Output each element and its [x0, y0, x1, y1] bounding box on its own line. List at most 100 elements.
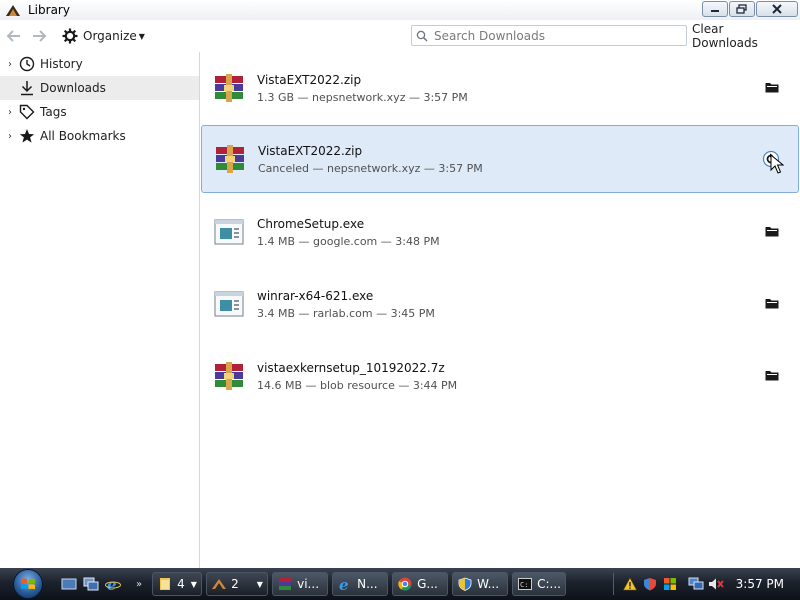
chevron-down-icon: ▼: [190, 579, 197, 589]
organize-label: Organize: [83, 29, 137, 43]
folder-icon: [765, 299, 779, 309]
download-item[interactable]: vistaexkernsetup_10192022.7z 14.6 MB — b…: [201, 342, 799, 410]
open-folder-button[interactable]: [763, 222, 781, 240]
minimize-button[interactable]: [702, 1, 728, 17]
ie-icon[interactable]: e: [104, 575, 122, 593]
svg-text:C:: C:: [520, 581, 528, 589]
svg-text:e: e: [339, 576, 349, 592]
download-item[interactable]: ChromeSetup.exe 1.4 MB — google.com — 3:…: [201, 198, 799, 266]
folder-icon: [765, 227, 779, 237]
star-icon: [18, 127, 36, 145]
chevron-down-icon: ▼: [256, 579, 263, 589]
firefox-icon: [211, 576, 227, 592]
download-status: 3.4 MB — rarlab.com — 3:45 PM: [257, 306, 435, 320]
show-desktop-icon[interactable]: [60, 575, 78, 593]
forward-button[interactable]: [28, 25, 50, 47]
restore-icon: [736, 4, 747, 14]
quick-launch-more-icon[interactable]: »: [136, 579, 142, 590]
windows-taskbar: e » 4 ▼ 2 ▼ vi... e N... G... W... C: C:…: [0, 568, 800, 600]
mouse-cursor-icon: [770, 153, 785, 177]
search-input[interactable]: [432, 27, 672, 44]
download-filename: vistaexkernsetup_10192022.7z: [257, 360, 445, 375]
download-status: 1.4 MB — google.com — 3:48 PM: [257, 234, 440, 248]
search-icon: [416, 30, 428, 42]
clock-icon: [18, 55, 36, 73]
taskbar-button-ie[interactable]: e N...: [332, 572, 389, 596]
download-arrow-icon: [18, 79, 36, 97]
window-title: Library: [28, 3, 70, 17]
folder-icon: [157, 576, 173, 592]
sidebar-item-label: Downloads: [40, 81, 106, 95]
organize-menu-button[interactable]: Organize ▼: [62, 28, 145, 44]
window-titlebar: Library: [0, 0, 800, 20]
library-toolbar: Organize ▼ Clear Downloads: [0, 20, 800, 52]
svg-text:e: e: [107, 576, 117, 592]
taskbar-button-cmd[interactable]: C: C:...: [512, 572, 567, 596]
download-status: 1.3 GB — nepsnetwork.xyz — 3:57 PM: [257, 90, 468, 104]
tag-icon: [18, 103, 36, 121]
executable-icon: [212, 215, 246, 249]
back-button[interactable]: [3, 25, 25, 47]
restore-button[interactable]: [729, 1, 755, 17]
gear-icon: [62, 28, 78, 44]
window-controls: [702, 1, 798, 17]
library-sidebar: › History Downloads › Tags › All Bookmar…: [0, 52, 200, 568]
taskbar-button-winrar[interactable]: vi...: [272, 572, 329, 596]
quick-launch: e »: [60, 575, 142, 593]
clear-downloads-button[interactable]: Clear Downloads: [692, 22, 792, 50]
winrar-archive-icon: [212, 359, 246, 393]
taskbar-group-explorer[interactable]: 4 ▼: [152, 572, 203, 596]
folder-icon: [765, 371, 779, 381]
back-arrow-icon: [6, 30, 20, 42]
cmd-icon: C:: [517, 576, 533, 592]
system-tray: 3:57 PM: [612, 568, 800, 600]
download-status: Canceled — nepsnetwork.xyz — 3:57 PM: [258, 161, 483, 175]
taskbar-clock[interactable]: 3:57 PM: [736, 577, 784, 591]
windows-flag-icon[interactable]: [662, 576, 678, 592]
expand-chevron-icon[interactable]: ›: [5, 131, 15, 142]
expand-chevron-icon[interactable]: ›: [5, 59, 15, 70]
security-shield-icon[interactable]: [642, 576, 658, 592]
firefox-library-icon: [4, 1, 22, 19]
folder-icon: [765, 83, 779, 93]
taskbar-button-security[interactable]: W...: [452, 572, 509, 596]
taskbar-group-firefox[interactable]: 2 ▼: [206, 572, 269, 596]
download-filename: ChromeSetup.exe: [257, 216, 365, 231]
switch-windows-icon[interactable]: [82, 575, 100, 593]
start-button[interactable]: [8, 568, 48, 600]
search-box: [411, 25, 687, 46]
taskbar-button-chrome[interactable]: G...: [392, 572, 449, 596]
close-button[interactable]: [756, 1, 798, 17]
windows-logo-icon: [13, 569, 43, 599]
minimize-icon: [711, 10, 719, 12]
volume-muted-icon[interactable]: [708, 576, 724, 592]
download-item[interactable]: VistaEXT2022.zip 1.3 GB — nepsnetwork.xy…: [201, 54, 799, 122]
download-status: 14.6 MB — blob resource — 3:44 PM: [257, 378, 458, 392]
sidebar-item-label: Tags: [40, 105, 67, 119]
sidebar-item-history[interactable]: › History: [0, 52, 199, 76]
network-icon[interactable]: [688, 576, 704, 592]
expand-chevron-icon[interactable]: ›: [5, 107, 15, 118]
winrar-icon: [277, 576, 293, 592]
sidebar-item-all-bookmarks[interactable]: › All Bookmarks: [0, 124, 199, 148]
download-filename: VistaEXT2022.zip: [257, 72, 362, 87]
download-filename: winrar-x64-621.exe: [257, 288, 374, 303]
ie-icon: e: [337, 576, 353, 592]
shield-icon: [457, 576, 473, 592]
open-folder-button[interactable]: [763, 78, 781, 96]
open-folder-button[interactable]: [763, 294, 781, 312]
chevron-down-icon: ▼: [138, 31, 145, 41]
download-item-selected[interactable]: VistaEXT2022.zip Canceled — nepsnetwork.…: [201, 125, 799, 193]
open-folder-button[interactable]: [763, 366, 781, 384]
download-item[interactable]: winrar-x64-621.exe 3.4 MB — rarlab.com —…: [201, 270, 799, 338]
sidebar-item-label: History: [40, 57, 83, 71]
sidebar-item-tags[interactable]: › Tags: [0, 100, 199, 124]
sidebar-item-downloads[interactable]: Downloads: [0, 76, 199, 100]
warning-icon[interactable]: [622, 576, 638, 592]
winrar-archive-icon: [212, 71, 246, 105]
chrome-icon: [397, 576, 413, 592]
forward-arrow-icon: [33, 30, 47, 42]
sidebar-item-label: All Bookmarks: [40, 129, 126, 143]
download-filename: VistaEXT2022.zip: [258, 143, 363, 158]
close-icon: [772, 4, 782, 14]
